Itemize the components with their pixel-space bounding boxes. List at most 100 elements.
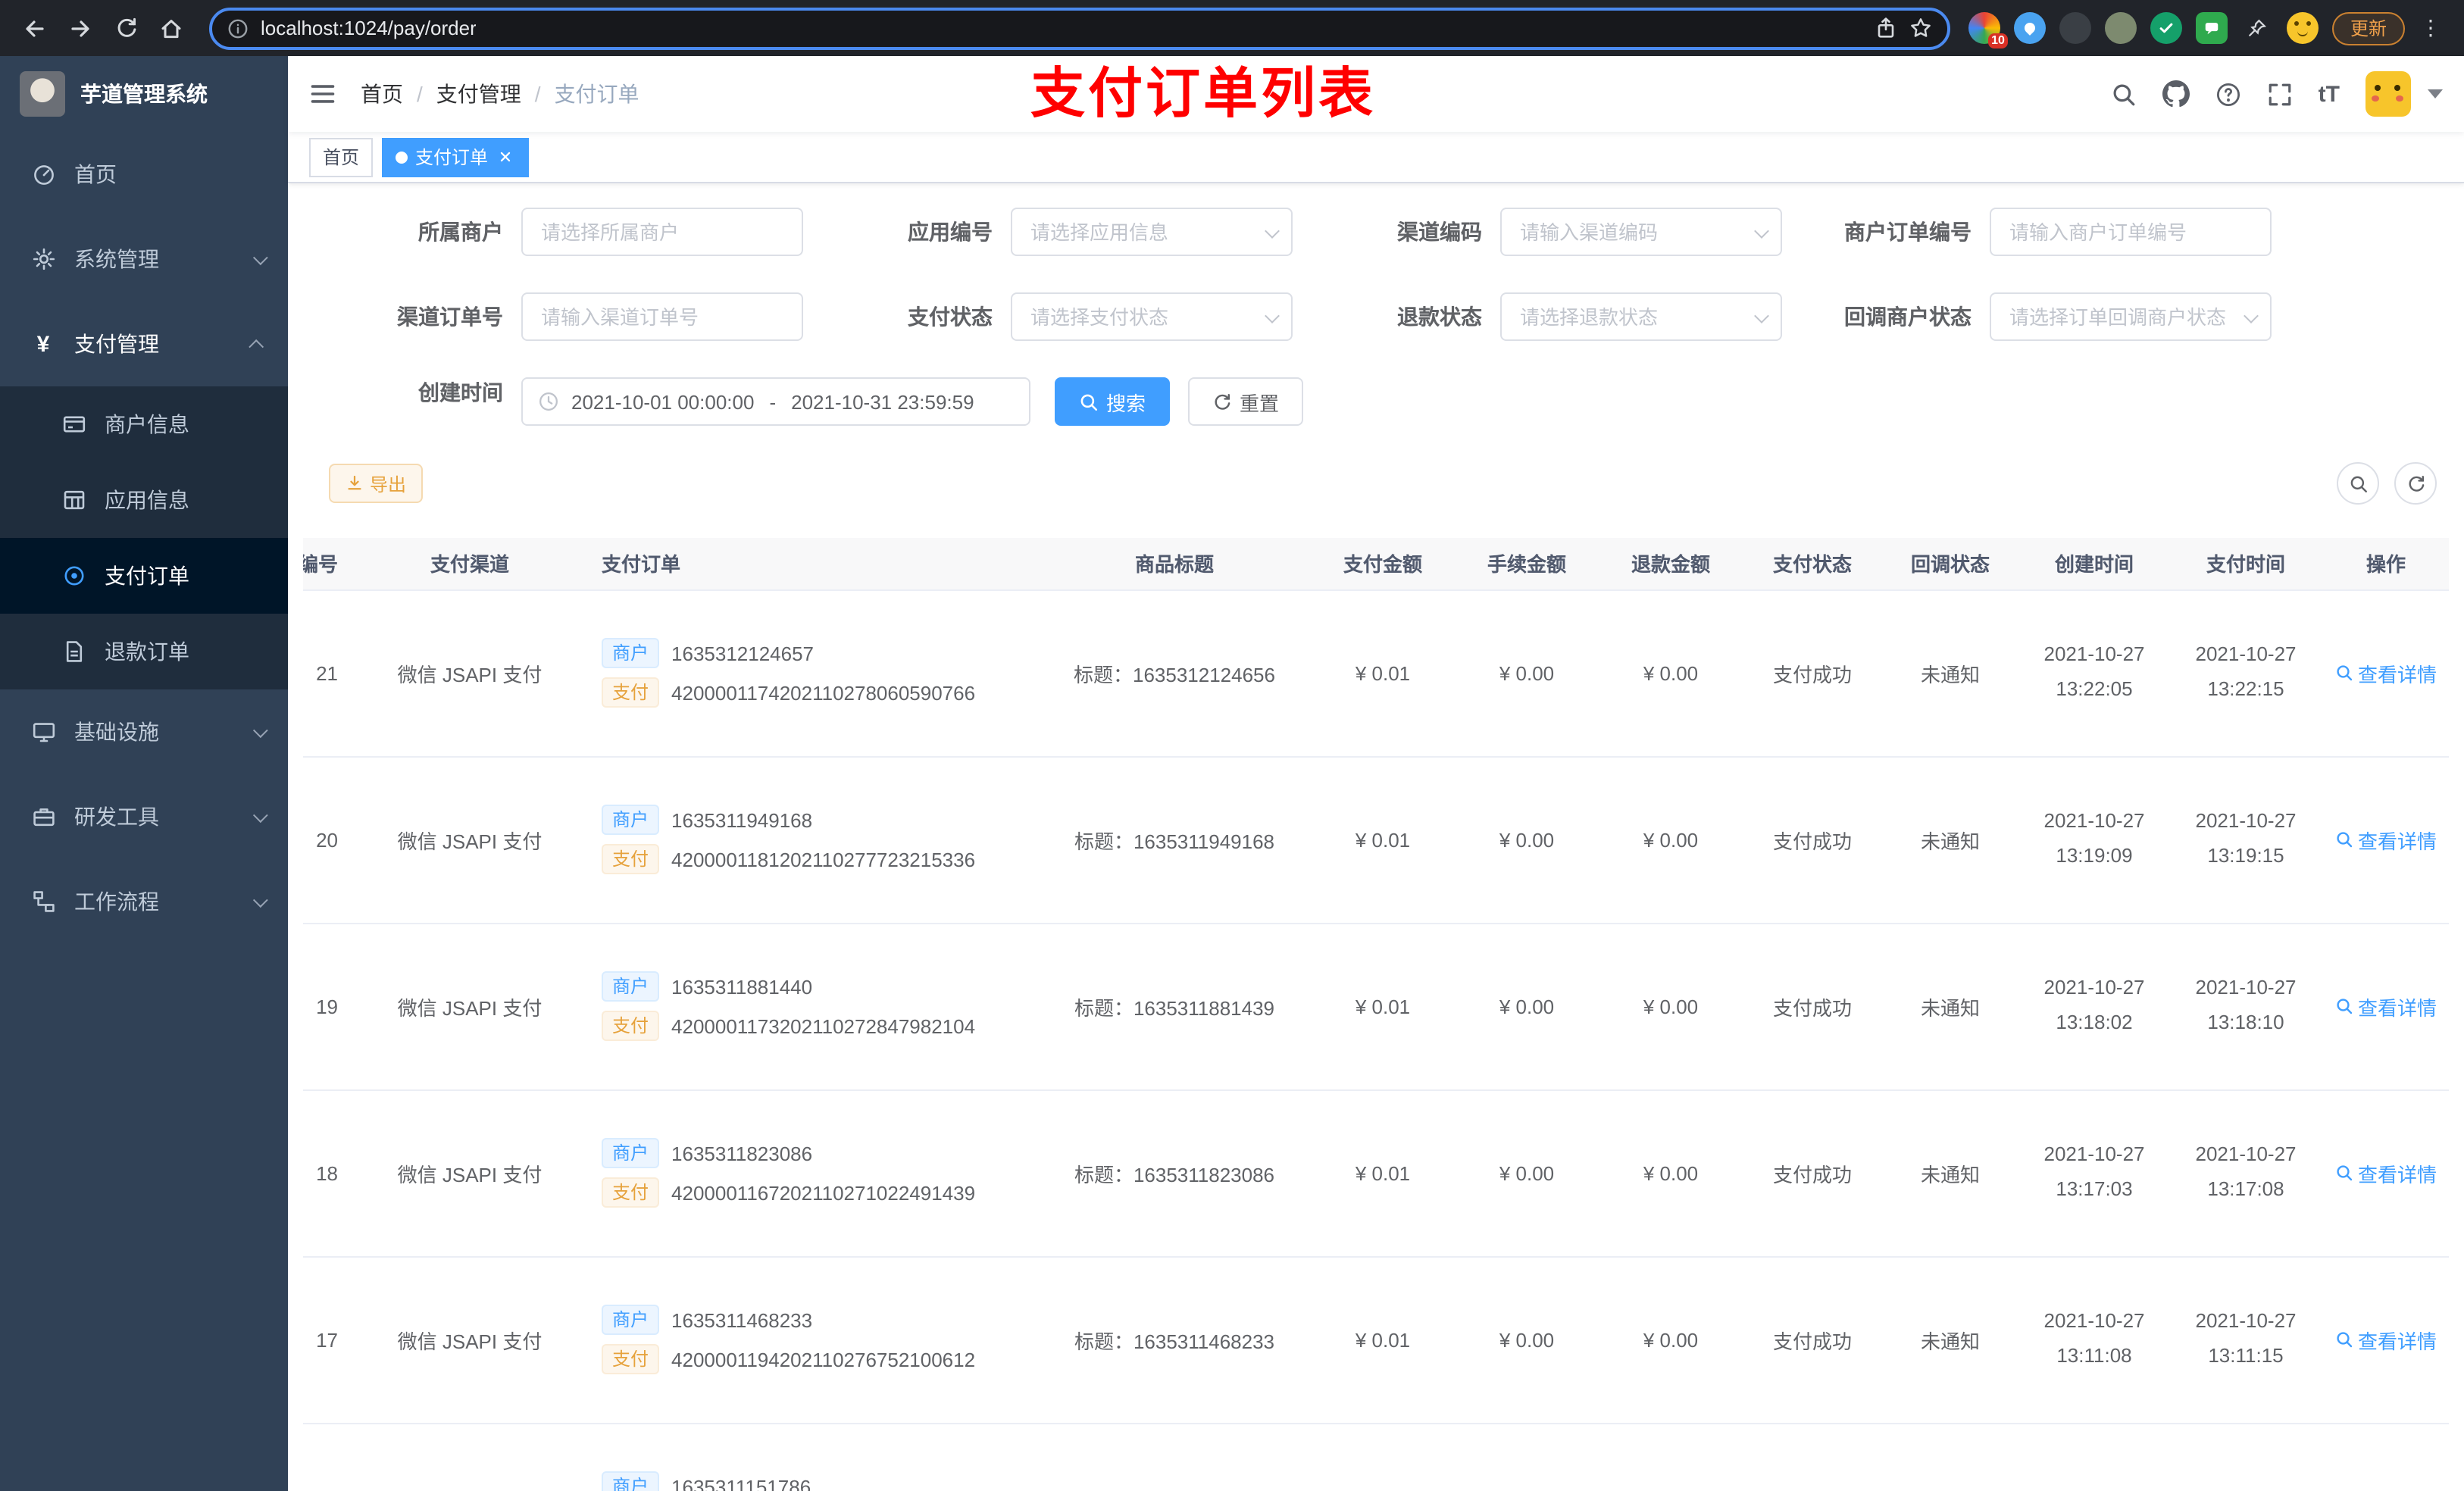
cell-title: [1038, 1423, 1311, 1491]
table-row: 16 微信 JSAPI 支付 商户1635311151786 支付: [303, 1423, 2449, 1491]
sidebar-toggle-icon[interactable]: [309, 80, 336, 108]
pin-extension-icon[interactable]: [2241, 12, 2273, 44]
browser-menu-icon[interactable]: ⋮: [2419, 15, 2443, 41]
tab-pay-order[interactable]: 支付订单: [382, 137, 530, 177]
sidebar-item-devtools[interactable]: 研发工具: [0, 774, 288, 859]
browser-update-button[interactable]: 更新: [2331, 11, 2405, 45]
cell-id: 19: [303, 923, 356, 1090]
tab-home[interactable]: 首页: [309, 137, 374, 177]
cell-channel: 微信 JSAPI 支付: [356, 923, 583, 1090]
pay-tag: 支付: [602, 1344, 660, 1374]
table-toolbar: 导出: [329, 462, 2449, 505]
sidebar-item-refund-order[interactable]: 退款订单: [0, 614, 288, 689]
channel-pay-no: 4200001194202110276752100612: [671, 1348, 976, 1371]
channel-code-select[interactable]: [1500, 208, 1782, 256]
range-separator: -: [769, 390, 777, 413]
cell-amount: ¥ 0.01: [1311, 923, 1455, 1090]
extension-icon[interactable]: [2104, 12, 2137, 44]
extension-badge: 10: [1988, 33, 2008, 48]
cell-refund: [1599, 1423, 1743, 1491]
cell-id: 20: [303, 756, 356, 924]
channel-order-no-input[interactable]: [521, 292, 803, 341]
search-button[interactable]: 搜索: [1055, 377, 1171, 426]
breadcrumb-payment[interactable]: 支付管理: [436, 79, 521, 109]
table-row: 17 微信 JSAPI 支付 商户 1635311468233 支付 4200001…: [303, 1256, 2449, 1424]
sidebar-item-app-info[interactable]: 应用信息: [0, 462, 288, 538]
view-detail-link[interactable]: 查看详情: [2335, 1158, 2437, 1187]
merchant-order-no: 1635311468233: [671, 1308, 813, 1331]
help-icon[interactable]: [2215, 81, 2241, 107]
extension-icon[interactable]: [2195, 12, 2228, 44]
refund-status-select[interactable]: [1500, 292, 1782, 341]
app-shell: 芋道管理系统 首页 系统管理 ¥ 支付管理 商户信息 应用信息 支付订单 退款订…: [0, 56, 2464, 1491]
sidebar-item-pay-order[interactable]: 支付订单: [0, 538, 288, 614]
header-search-icon[interactable]: [2111, 81, 2137, 107]
toggle-search-button[interactable]: [2337, 462, 2379, 505]
dashboard-icon: [30, 161, 56, 187]
create-time-range-picker[interactable]: 2021-10-01 00:00:00 - 2021-10-31 23:59:5…: [521, 377, 1030, 426]
reload-icon[interactable]: [106, 8, 145, 48]
app-title: 芋道管理系统: [80, 82, 208, 106]
fullscreen-icon[interactable]: [2267, 81, 2293, 107]
user-menu-caret-icon[interactable]: [2428, 89, 2443, 98]
extension-icon[interactable]: [2013, 12, 2046, 44]
merchant-tag: 商户: [602, 1471, 660, 1491]
merchant-tag: 商户: [602, 971, 660, 1002]
col-order: 支付订单: [583, 538, 1038, 590]
channel-pay-no: 4200001181202110277723215336: [671, 848, 976, 871]
cell-refund: ¥ 0.00: [1599, 756, 1743, 924]
cell-order: 商户 1635312124657 支付 4200001174202110278060…: [583, 589, 1038, 757]
view-detail-link[interactable]: 查看详情: [2335, 825, 2437, 854]
cell-status: 支付成功: [1743, 756, 1882, 924]
emoji-extension-icon[interactable]: [2286, 12, 2319, 44]
reset-button[interactable]: 重置: [1188, 377, 1304, 426]
sidebar-item-label: 退款订单: [105, 639, 189, 664]
logo-avatar: [20, 71, 65, 117]
cell-pay-time: 2021-10-27 13:19:15: [2170, 756, 2322, 924]
sidebar-item-workflow[interactable]: 工作流程: [0, 859, 288, 944]
sidebar-item-label: 工作流程: [74, 889, 159, 914]
home-icon[interactable]: [152, 8, 191, 48]
notify-status-select[interactable]: [1990, 292, 2272, 341]
app-logo[interactable]: 芋道管理系统: [0, 56, 288, 132]
cell-id: 17: [303, 1256, 356, 1424]
export-button[interactable]: 导出: [329, 464, 424, 503]
chevron-down-icon: [252, 892, 268, 908]
table-row: 20 微信 JSAPI 支付 商户 1635311949168 支付 4200001…: [303, 756, 2449, 924]
orders-table: 编号 支付渠道 支付订单 商品标题 支付金额 手续金额 退款金额 支付状态 回调…: [303, 538, 2449, 1491]
merchant-select[interactable]: [521, 208, 803, 256]
pay-tag: 支付: [602, 1011, 660, 1041]
sidebar-item-merchant-info[interactable]: 商户信息: [0, 386, 288, 462]
view-detail-link[interactable]: 查看详情: [2335, 992, 2437, 1021]
refresh-table-button[interactable]: [2394, 462, 2437, 505]
breadcrumb-home[interactable]: 首页: [361, 79, 403, 109]
user-avatar[interactable]: [2366, 71, 2411, 117]
address-bar[interactable]: localhost:1024/pay/order: [209, 7, 1950, 49]
page-content: 所属商户 应用编号 渠道编码: [288, 183, 2464, 1491]
forward-icon[interactable]: [61, 8, 100, 48]
clock-icon: [539, 392, 558, 411]
extension-icon[interactable]: [2150, 12, 2182, 44]
extension-icon[interactable]: [2059, 12, 2091, 44]
bookmark-star-icon[interactable]: [1909, 17, 1932, 39]
font-size-icon[interactable]: tT: [2319, 81, 2340, 107]
toolbar-right: [2337, 462, 2437, 505]
sidebar-item-system[interactable]: 系统管理: [0, 217, 288, 302]
extension-icon[interactable]: 10: [1968, 12, 2008, 48]
cell-notify: [1882, 1423, 2018, 1491]
breadcrumb: 首页 / 支付管理 / 支付订单: [361, 79, 639, 109]
pay-status-select[interactable]: [1011, 292, 1293, 341]
merchant-order-no: 1635311823086: [671, 1142, 813, 1164]
github-icon[interactable]: [2162, 80, 2190, 108]
share-icon[interactable]: [1875, 17, 1897, 39]
view-detail-link[interactable]: 查看详情: [2335, 1325, 2437, 1354]
merchant-order-no-input[interactable]: [1990, 208, 2272, 256]
close-tab-icon[interactable]: [496, 147, 515, 167]
sidebar-item-infra[interactable]: 基础设施: [0, 689, 288, 774]
sidebar-item-payment[interactable]: ¥ 支付管理: [0, 302, 288, 386]
back-icon[interactable]: [15, 8, 55, 48]
tab-label: 首页: [323, 147, 360, 168]
sidebar-item-home[interactable]: 首页: [0, 132, 288, 217]
app-select[interactable]: [1011, 208, 1293, 256]
view-detail-link[interactable]: 查看详情: [2335, 658, 2437, 687]
